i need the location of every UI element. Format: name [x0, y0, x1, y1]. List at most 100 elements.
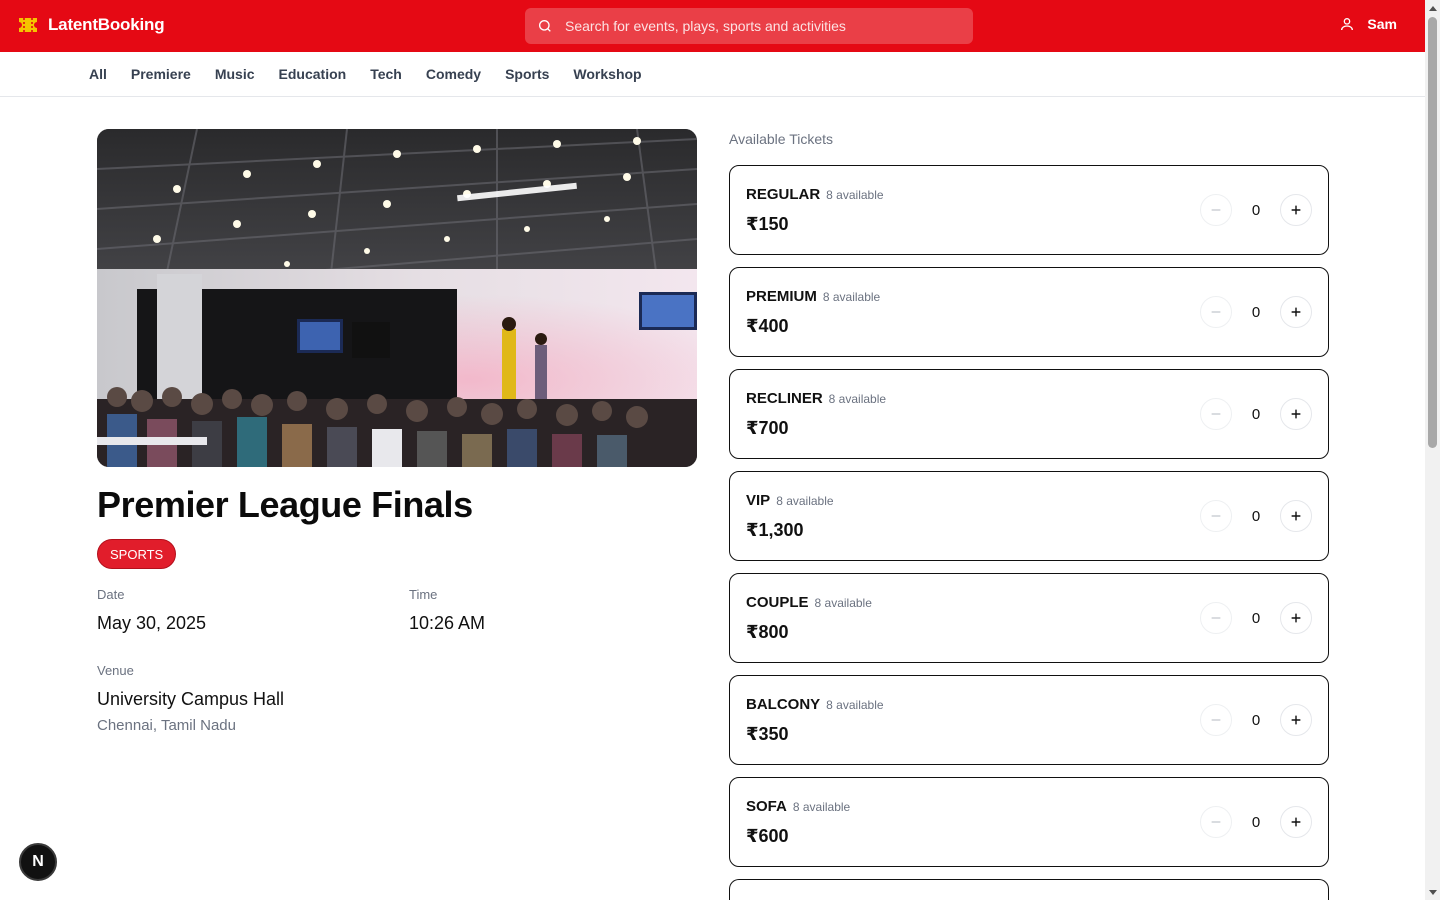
event-date: May 30, 2025: [97, 613, 207, 633]
ticket-availability: 8 available: [822, 290, 881, 304]
category-tech[interactable]: Tech: [370, 66, 402, 82]
ticket-name: RECLINER: [746, 390, 823, 407]
decrement-button[interactable]: [1200, 194, 1232, 226]
user-menu[interactable]: Sam: [1339, 16, 1397, 32]
scrollbar-thumb[interactable]: [1428, 17, 1437, 448]
ticket-availability: 8 available: [826, 698, 884, 712]
category-all[interactable]: All: [89, 66, 107, 82]
quantity-stepper: 0: [1200, 398, 1312, 430]
ticket-quantity: 0: [1251, 201, 1261, 219]
ticket-quantity: 0: [1251, 507, 1261, 525]
ticket-name: VIP: [746, 492, 771, 509]
ticket-availability: 8 available: [826, 188, 884, 202]
ticket-card-sofa: SOFA 8 available ₹600 0: [729, 777, 1329, 867]
scroll-down-arrow-icon[interactable]: [1425, 885, 1440, 900]
minus-icon: [1211, 209, 1221, 211]
minus-icon: [1211, 719, 1221, 721]
brand-name: LatentBooking: [48, 15, 165, 34]
ticket-card-vip: VIP 8 available ₹1,300 0: [729, 471, 1329, 561]
page-scrollbar[interactable]: [1425, 0, 1440, 900]
quantity-stepper: 0: [1200, 500, 1312, 532]
venue-name: University Campus Hall: [97, 689, 285, 709]
decrement-button[interactable]: [1200, 602, 1232, 634]
ticket-price: ₹1,300: [746, 520, 804, 540]
ticket-name: BALCONY: [746, 696, 821, 713]
increment-button[interactable]: [1280, 500, 1312, 532]
ticket-card-recliner: RECLINER 8 available ₹700 0: [729, 369, 1329, 459]
ticket-availability: 8 available: [828, 392, 887, 406]
ticket-card-partial: [729, 879, 1329, 900]
tickets-heading: Available Tickets: [729, 131, 834, 147]
plus-icon: [1291, 205, 1301, 215]
ticket-name: COUPLE: [746, 594, 809, 611]
ticket-card-balcony: BALCONY 8 available ₹350 0: [729, 675, 1329, 765]
date-label: Date: [97, 587, 125, 602]
category-comedy[interactable]: Comedy: [426, 66, 481, 82]
category-badge: SPORTS: [97, 539, 177, 569]
ticket-quantity: 0: [1251, 303, 1261, 321]
plus-icon: [1291, 307, 1301, 317]
decrement-button[interactable]: [1200, 398, 1232, 430]
ticket-name: REGULAR: [746, 186, 821, 203]
user-icon: [1341, 18, 1354, 31]
minus-icon: [1211, 413, 1221, 415]
ticket-price: ₹800: [746, 622, 789, 642]
top-header: LatentBooking Sam: [0, 0, 1425, 52]
quantity-stepper: 0: [1200, 704, 1312, 736]
ticket-price: ₹350: [746, 724, 789, 744]
search-bar[interactable]: [525, 8, 973, 44]
quantity-stepper: 0: [1200, 296, 1312, 328]
plus-icon: [1291, 817, 1301, 827]
venue-city: Chennai, Tamil Nadu: [97, 717, 236, 734]
brand-logo[interactable]: LatentBooking: [16, 13, 165, 37]
category-nav: All Premiere Music Education Tech Comedy…: [0, 52, 1425, 97]
ticket-name: SOFA: [746, 798, 787, 815]
ticket-quantity: 0: [1251, 609, 1261, 627]
minus-icon: [1211, 617, 1221, 619]
plus-icon: [1291, 613, 1301, 623]
ticket-card-regular: REGULAR 8 available ₹150 0: [729, 165, 1329, 255]
category-music[interactable]: Music: [215, 66, 255, 82]
decrement-button[interactable]: [1200, 806, 1232, 838]
increment-button[interactable]: [1280, 398, 1312, 430]
category-sports[interactable]: Sports: [505, 66, 549, 82]
increment-button[interactable]: [1280, 194, 1312, 226]
ticket-quantity: 0: [1251, 813, 1261, 831]
event-image: [97, 129, 697, 467]
ticket-name: PREMIUM: [746, 288, 817, 305]
category-workshop[interactable]: Workshop: [573, 66, 641, 82]
event-title: Premier League Finals: [97, 484, 473, 525]
quantity-stepper: 0: [1200, 602, 1312, 634]
event-time: 10:26 AM: [409, 613, 486, 633]
search-icon: [539, 20, 551, 32]
decrement-button[interactable]: [1200, 704, 1232, 736]
ticket-icon: [19, 18, 37, 32]
decrement-button[interactable]: [1200, 296, 1232, 328]
quantity-stepper: 0: [1200, 806, 1312, 838]
plus-icon: [1291, 409, 1301, 419]
scroll-up-arrow-icon[interactable]: [1425, 0, 1440, 15]
ticket-availability: 8 available: [776, 494, 834, 508]
ticket-price: ₹700: [746, 418, 789, 438]
ticket-availability: 8 available: [814, 596, 872, 610]
ticket-card-couple: COUPLE 8 available ₹800 0: [729, 573, 1329, 663]
ticket-quantity: 0: [1251, 405, 1261, 423]
decrement-button[interactable]: [1200, 500, 1232, 532]
category-premiere[interactable]: Premiere: [131, 66, 191, 82]
ticket-availability: 8 available: [792, 800, 851, 814]
venue-label: Venue: [97, 663, 134, 678]
ticket-price: ₹600: [746, 826, 789, 846]
time-label: Time: [409, 587, 438, 602]
ticket-price: ₹150: [746, 214, 789, 234]
search-input[interactable]: [565, 18, 973, 34]
minus-icon: [1211, 515, 1221, 517]
increment-button[interactable]: [1280, 602, 1312, 634]
ticket-quantity: 0: [1251, 711, 1261, 729]
plus-icon: [1291, 511, 1301, 521]
increment-button[interactable]: [1280, 296, 1312, 328]
increment-button[interactable]: [1280, 806, 1312, 838]
category-education[interactable]: Education: [279, 66, 347, 82]
plus-icon: [1291, 715, 1301, 725]
increment-button[interactable]: [1280, 704, 1312, 736]
dev-tools-button[interactable]: N: [19, 843, 57, 881]
